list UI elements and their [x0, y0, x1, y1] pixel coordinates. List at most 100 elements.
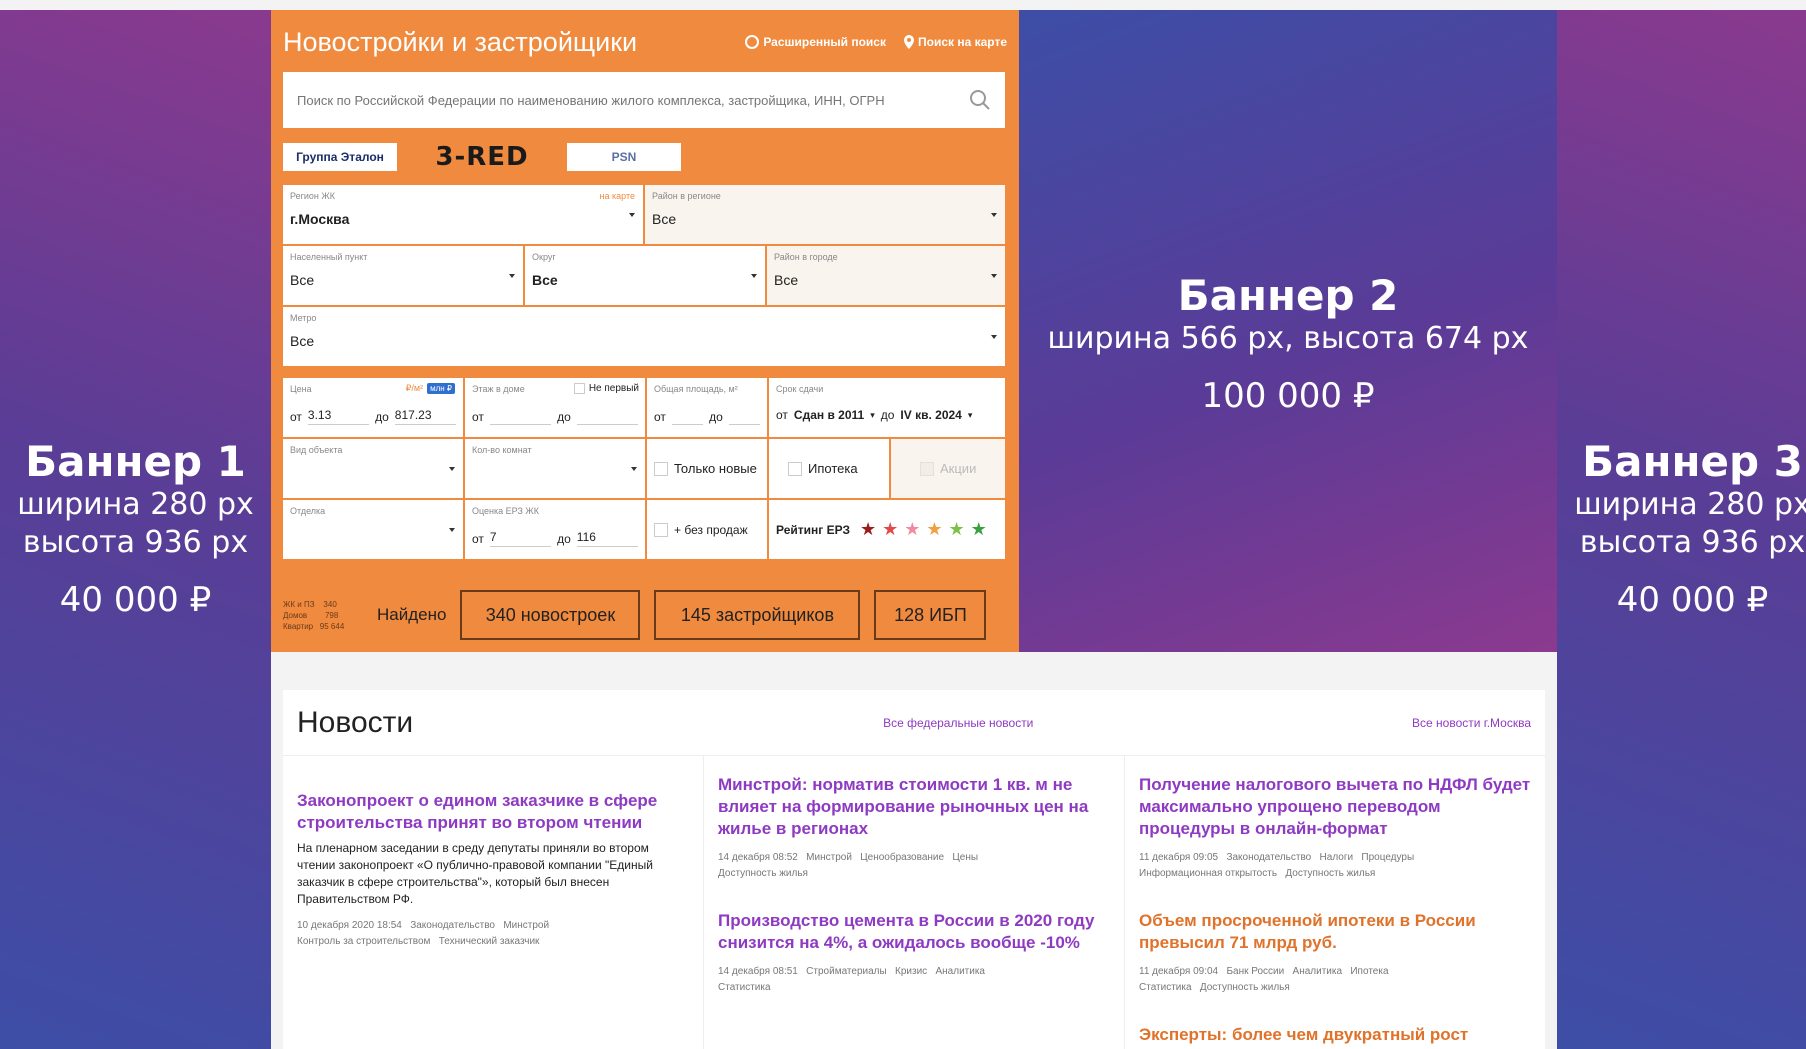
rooms-label: Кол-во комнат — [472, 445, 532, 455]
star-icon[interactable]: ★ — [971, 519, 987, 540]
advanced-search-link[interactable]: Расширенный поиск — [745, 35, 886, 49]
advanced-search-icon — [745, 35, 760, 49]
search-icon[interactable] — [969, 89, 991, 111]
erz-rating-label: Рейтинг ЕРЗ — [776, 522, 850, 537]
logo-psn[interactable]: PSN — [567, 143, 681, 171]
eps-to-label: до — [557, 531, 571, 546]
map-search-link[interactable]: Поиск на карте — [903, 35, 1007, 49]
eps-from-label: от — [472, 531, 484, 546]
banner-2-title: Баннер 2 — [1177, 271, 1399, 320]
erz-rating-filter[interactable]: Рейтинг ЕРЗ ★ ★ ★ ★ ★ ★ — [769, 500, 1005, 559]
news-headline[interactable]: Получение налогового вычета по НДФЛ буде… — [1139, 774, 1531, 840]
deadline-filter[interactable]: Срок сдачи от Сдан в 2011 ▾ до IV кв. 20… — [769, 378, 1005, 437]
no-sales-filter[interactable]: + без продаж — [647, 500, 767, 559]
banner-1[interactable]: Баннер 1 ширина 280 px высота 936 px 40 … — [0, 10, 271, 1049]
chevron-down-icon — [631, 467, 637, 471]
banner-3[interactable]: Баннер 3 ширина 280 px высота 936 px 40 … — [1557, 10, 1806, 1049]
promo-checkbox[interactable] — [920, 461, 934, 476]
banner-2-size: ширина 566 px, высота 674 px — [1047, 321, 1529, 356]
star-icon[interactable]: ★ — [926, 519, 942, 540]
price-from-input[interactable]: 3.13 — [307, 408, 370, 425]
news-column-2: Минстрой: норматив стоимости 1 кв. м не … — [704, 756, 1125, 1049]
area-from-input[interactable] — [671, 408, 704, 425]
ibp-button[interactable]: 128 ИБП — [874, 590, 987, 640]
promo-filter[interactable]: Акции — [891, 439, 1005, 498]
news-headline[interactable]: Законопроект о едином заказчике в сфере … — [297, 790, 689, 834]
region-district-label: Район в регионе — [652, 191, 721, 201]
no-sales-checkbox[interactable] — [654, 522, 668, 537]
logo-etalon[interactable]: Группа Эталон — [283, 143, 397, 171]
eps-rating-filter[interactable]: Оценка ЕРЗ ЖК от 7 до 116 — [465, 500, 645, 559]
city-district-value: Все — [774, 272, 799, 288]
object-type-select[interactable]: Вид объекта — [283, 439, 463, 498]
banner-3-price: 40 000 ₽ — [1616, 579, 1769, 620]
price-filter[interactable]: Цена ₽/м² млн ₽ от 3.13 до 817.23 — [283, 378, 463, 437]
price-unit-million[interactable]: млн ₽ — [427, 383, 455, 394]
eps-from-input[interactable]: 7 — [489, 530, 552, 547]
deadline-from-label: от — [776, 408, 788, 422]
map-pin-icon — [903, 35, 914, 49]
eps-rating-label: Оценка ЕРЗ ЖК — [472, 506, 539, 516]
developers-button[interactable]: 145 застройщиков — [654, 590, 861, 640]
deadline-from-select[interactable]: Сдан в 2011 — [794, 408, 864, 422]
news-tags: Доступность жилья — [718, 868, 808, 879]
region-district-select[interactable]: Район в регионе Все — [645, 185, 1005, 244]
mortgage-filter[interactable]: Ипотека — [769, 439, 889, 498]
deadline-to-label: до — [880, 408, 895, 422]
floor-from-input[interactable] — [489, 408, 552, 425]
mortgage-label: Ипотека — [808, 461, 858, 476]
new-buildings-button[interactable]: 340 новостроек — [460, 590, 641, 640]
floor-filter[interactable]: Этаж в доме Не первый от до — [465, 378, 645, 437]
news-title: Новости — [297, 705, 414, 739]
price-from-label: от — [290, 409, 302, 424]
star-icon[interactable]: ★ — [904, 519, 920, 540]
locality-value: Все — [290, 272, 315, 288]
floor-to-input[interactable] — [576, 408, 638, 425]
area-to-input[interactable] — [728, 408, 760, 425]
eps-to-input[interactable]: 116 — [576, 530, 638, 547]
finishing-select[interactable]: Отделка — [283, 500, 463, 559]
star-icon[interactable]: ★ — [882, 519, 898, 540]
news-tags: Контроль за строительством Технический з… — [297, 936, 540, 947]
search-input[interactable] — [297, 92, 969, 108]
news-headline[interactable]: Минстрой: норматив стоимости 1 кв. м не … — [718, 774, 1110, 840]
banner-2[interactable]: Баннер 2 ширина 566 px, высота 674 px 10… — [1019, 10, 1557, 652]
news-headline[interactable]: Объем просроченной ипотеки в России прев… — [1139, 910, 1531, 954]
metro-value: Все — [290, 333, 315, 349]
federal-news-link[interactable]: Все федеральные новости — [883, 716, 1033, 730]
price-unit-sqm[interactable]: ₽/м² — [406, 383, 423, 394]
metro-select[interactable]: Метро Все — [283, 307, 1005, 366]
okrug-value: Все — [532, 272, 558, 288]
locality-select[interactable]: Населенный пункт Все — [283, 246, 523, 305]
object-type-label: Вид объекта — [290, 445, 343, 455]
price-to-input[interactable]: 817.23 — [394, 408, 456, 425]
moscow-news-link[interactable]: Все новости г.Москва — [1412, 716, 1531, 730]
okrug-select[interactable]: Округ Все — [525, 246, 765, 305]
news-meta: 14 декабря 08:51 Стройматериалы Кризис А… — [718, 966, 985, 977]
rating-stars: ★ ★ ★ ★ ★ ★ — [860, 519, 987, 540]
chevron-down-icon: ▾ — [967, 409, 973, 420]
chevron-down-icon — [991, 335, 997, 339]
city-district-select[interactable]: Район в городе Все — [767, 246, 1005, 305]
no-sales-label: + без продаж — [674, 522, 748, 537]
list-item: Эксперты: более чем двукратный рост — [1139, 1024, 1531, 1046]
rooms-select[interactable]: Кол-во комнат — [465, 439, 645, 498]
news-meta: 10 декабря 2020 18:54 Законодательство М… — [297, 920, 550, 931]
not-first-checkbox[interactable] — [573, 383, 585, 394]
area-filter[interactable]: Общая площадь, м² от до — [647, 378, 767, 437]
chevron-down-icon — [991, 213, 997, 217]
list-item: Получение налогового вычета по НДФЛ буде… — [1139, 774, 1531, 882]
only-new-filter[interactable]: Только новые — [647, 439, 767, 498]
news-headline[interactable]: Производство цемента в России в 2020 год… — [718, 910, 1110, 954]
deadline-to-select[interactable]: IV кв. 2024 — [900, 408, 961, 422]
news-tags: Информационная открытость Доступность жи… — [1139, 868, 1376, 879]
news-headline[interactable]: Эксперты: более чем двукратный рост — [1139, 1024, 1531, 1046]
region-map-link[interactable]: на карте — [600, 191, 635, 201]
news-meta: 11 декабря 09:05 Законодательство Налоги… — [1139, 852, 1415, 863]
logo-3red[interactable]: 3-RED — [427, 142, 537, 172]
only-new-checkbox[interactable] — [654, 461, 668, 476]
mortgage-checkbox[interactable] — [788, 461, 802, 476]
star-icon[interactable]: ★ — [860, 519, 876, 540]
region-select[interactable]: Регион ЖК на карте г.Москва — [283, 185, 643, 244]
star-icon[interactable]: ★ — [949, 519, 965, 540]
